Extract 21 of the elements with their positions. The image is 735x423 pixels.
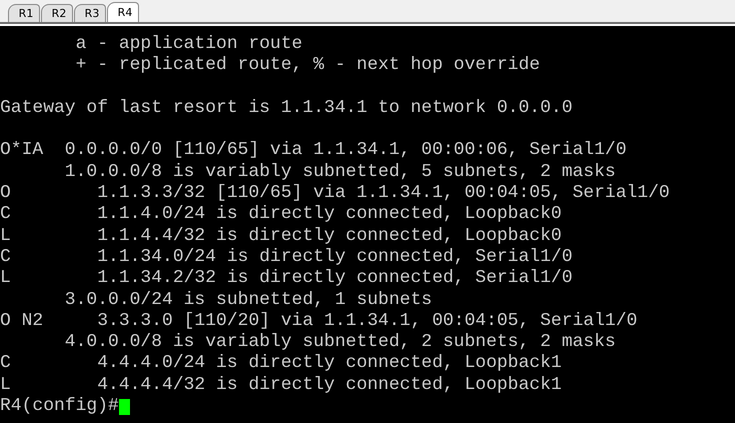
terminal-line: + - replicated route, % - next hop override (74, 55, 542, 77)
terminal-line: O N2 3.3.3.0 [110/20] via 1.1.34.1, 00:04:05, Serial1/0 (0, 310, 638, 332)
terminal-line: Gateway of last resort is 1.1.34.1 to network 0.0.0.0 (0, 98, 574, 120)
cursor-block (118, 398, 130, 415)
terminal-line: C 1.1.4.0/24 is directly connected, Loopback0 (0, 204, 563, 226)
terminal-line: L 1.1.34.2/32 is directly connected, Serial1/0 (0, 268, 574, 290)
terminal-line: C 4.4.4.0/24 is directly connected, Loopback1 (0, 353, 563, 375)
tab[interactable]: R3 (74, 4, 106, 22)
command-prompt: R4(config)# (0, 396, 119, 418)
tab[interactable]: R4 (107, 2, 139, 22)
terminal-line: 4.0.0.0/8 is variably subnetted, 2 subnets, 2 masks (64, 332, 617, 354)
terminal-line: a - application route (74, 34, 304, 56)
terminal-line: 3.0.0.0/24 is subnetted, 1 subnets (64, 290, 434, 311)
terminal-line: O 1.1.3.3/32 [110/65] via 1.1.34.1, 00:04:05, Serial1/0 (0, 183, 671, 204)
terminal-line: L 1.1.4.4/32 is directly connected, Loopback0 (0, 226, 563, 247)
terminal-line: L 4.4.4.4/32 is directly connected, Loopback1 (0, 374, 563, 396)
terminal-line: C 1.1.34.0/24 is directly connected, Serial1/0 (0, 246, 574, 268)
terminal-line: 1.0.0.0/8 is variably subnetted, 5 subnets, 2 masks (64, 162, 617, 184)
tab[interactable]: R2 (41, 4, 73, 22)
terminal-line: O*IA 0.0.0.0/0 [110/65] via 1.1.34.1, 00:00:06, Serial1/0 (0, 140, 628, 162)
tab[interactable]: R1 (8, 4, 40, 22)
